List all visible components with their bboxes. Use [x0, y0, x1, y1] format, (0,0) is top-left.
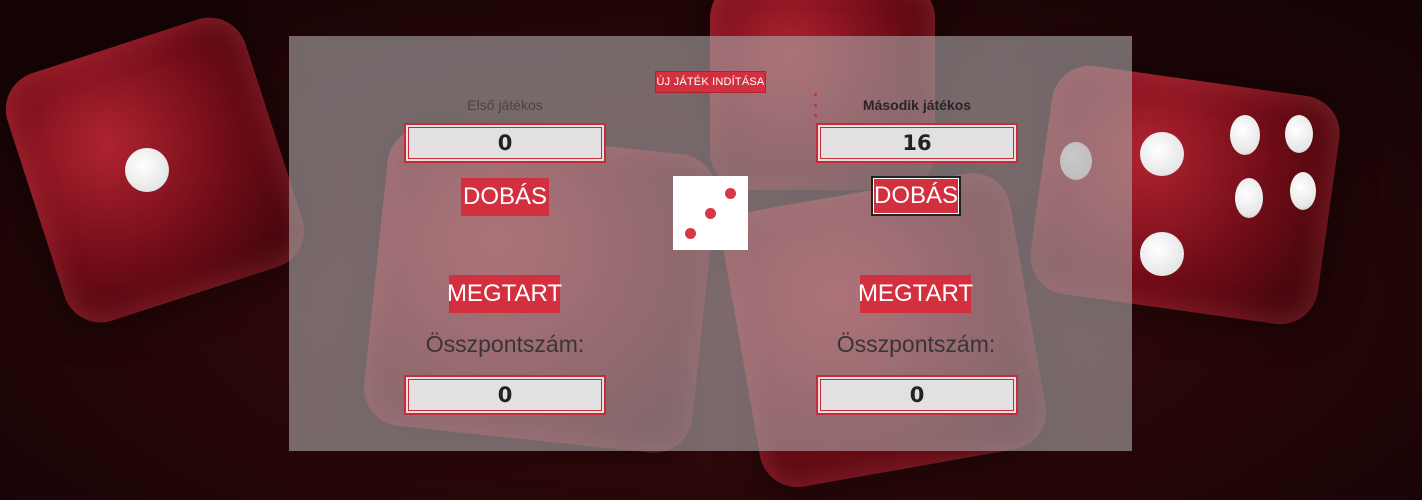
- player1-roll-button[interactable]: DOBÁS: [461, 178, 549, 216]
- player1-total-label: Összpontszám:: [425, 331, 585, 357]
- player2-roll-button[interactable]: DOBÁS: [871, 176, 961, 216]
- player2-total-label: Összpontszám:: [836, 331, 996, 357]
- background-die-pip: [125, 148, 169, 192]
- player2-current-score: 16: [816, 123, 1018, 163]
- player2-total-score: 0: [816, 375, 1018, 415]
- die-face: [673, 176, 748, 250]
- player1-current-score: 0: [404, 123, 606, 163]
- background-die-pip: [1235, 178, 1263, 218]
- background-die-pip: [1140, 232, 1184, 276]
- background-die-pip: [1230, 115, 1260, 155]
- die-pip: [705, 208, 716, 219]
- background-die-pip: [1285, 115, 1313, 153]
- player1-hold-button[interactable]: MEGTART: [447, 275, 562, 313]
- background-die-pip: [1290, 172, 1316, 210]
- die-pip: [725, 188, 736, 199]
- background-die-pip: [1140, 132, 1184, 176]
- die-pip: [685, 228, 696, 239]
- player2-label: Második játékos: [862, 97, 972, 113]
- player1-total-score: 0: [404, 375, 606, 415]
- player2-hold-button[interactable]: MEGTART: [858, 275, 973, 313]
- new-game-button[interactable]: ÚJ JÁTÉK INDÍTÁSA: [655, 71, 766, 93]
- player1-label: Első játékos: [467, 97, 543, 113]
